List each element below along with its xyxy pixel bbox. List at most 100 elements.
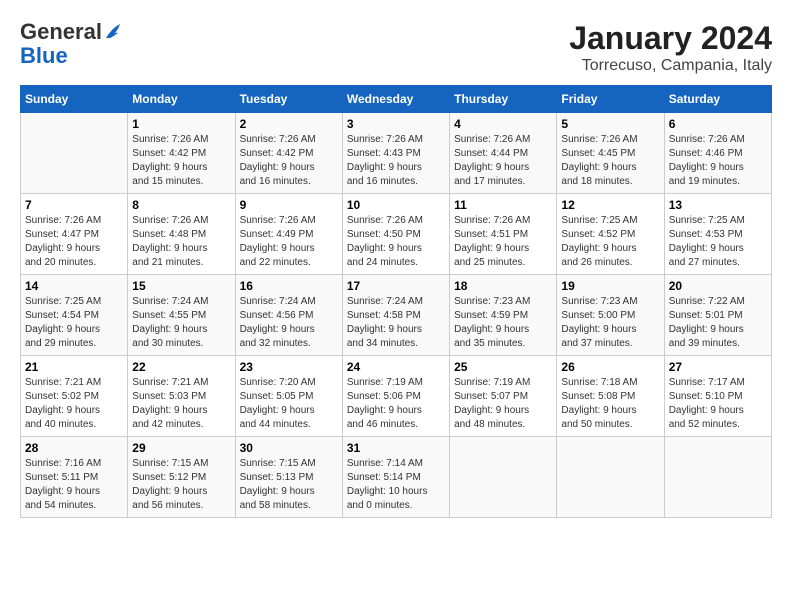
calendar-cell: 27Sunrise: 7:17 AM Sunset: 5:10 PM Dayli… — [664, 356, 771, 437]
calendar-cell: 1Sunrise: 7:26 AM Sunset: 4:42 PM Daylig… — [128, 113, 235, 194]
calendar-cell: 5 Sunrise: 7:26 AM Sunset: 4:45 PM Daylig… — [557, 113, 664, 194]
calendar-cell: 6 Sunrise: 7:26 AM Sunset: 4:46 PM Daylig… — [664, 113, 771, 194]
day-number: 22 — [132, 360, 230, 374]
day-info: Sunrise: 7:25 AM Sunset: 4:52 PM Dayligh… — [561, 214, 659, 270]
column-header-friday: Friday — [557, 86, 664, 113]
day-info: Sunrise: 7:26 AM Sunset: 4:47 PM Dayligh… — [25, 214, 123, 270]
calendar-cell: 21 Sunrise: 7:21 AM Sunset: 5:02 PM Dayli… — [21, 356, 128, 437]
calendar-cell — [557, 437, 664, 518]
day-number: 13 — [669, 198, 767, 212]
day-number: 23 — [240, 360, 338, 374]
day-info: Sunrise: 7:26 AM Sunset: 4:46 PM Dayligh… — [669, 133, 767, 189]
calendar-body: 1Sunrise: 7:26 AM Sunset: 4:42 PM Daylig… — [21, 113, 772, 518]
day-info: Sunrise: 7:25 AM Sunset: 4:53 PM Dayligh… — [669, 214, 767, 270]
day-info: Sunrise: 7:26 AM Sunset: 4:50 PM Dayligh… — [347, 214, 445, 270]
calendar-cell: 14 Sunrise: 7:25 AM Sunset: 4:54 PM Dayli… — [21, 275, 128, 356]
page-title: January 2024 — [569, 20, 772, 57]
day-number: 21 — [25, 360, 123, 374]
week-row-1: 1Sunrise: 7:26 AM Sunset: 4:42 PM Daylig… — [21, 113, 772, 194]
day-number: 28 — [25, 441, 123, 455]
day-info: Sunrise: 7:14 AM Sunset: 5:14 PM Dayligh… — [347, 457, 445, 513]
day-number: 19 — [561, 279, 659, 293]
day-info: Sunrise: 7:23 AM Sunset: 5:00 PM Dayligh… — [561, 295, 659, 351]
day-number: 16 — [240, 279, 338, 293]
day-info: Sunrise: 7:19 AM Sunset: 5:07 PM Dayligh… — [454, 376, 552, 432]
calendar-cell: 29Sunrise: 7:15 AM Sunset: 5:12 PM Dayli… — [128, 437, 235, 518]
day-info: Sunrise: 7:24 AM Sunset: 4:56 PM Dayligh… — [240, 295, 338, 351]
day-info: Sunrise: 7:26 AM Sunset: 4:45 PM Dayligh… — [561, 133, 659, 189]
calendar-cell: 16 Sunrise: 7:24 AM Sunset: 4:56 PM Dayli… — [235, 275, 342, 356]
calendar-cell: 12 Sunrise: 7:25 AM Sunset: 4:52 PM Dayli… — [557, 194, 664, 275]
calendar-cell: 30 Sunrise: 7:15 AM Sunset: 5:13 PM Dayli… — [235, 437, 342, 518]
calendar-cell: 7 Sunrise: 7:26 AM Sunset: 4:47 PM Daylig… — [21, 194, 128, 275]
calendar-cell: 13 Sunrise: 7:25 AM Sunset: 4:53 PM Dayli… — [664, 194, 771, 275]
logo-bird-icon — [104, 20, 122, 42]
calendar-cell — [450, 437, 557, 518]
column-header-monday: Monday — [128, 86, 235, 113]
day-number: 29 — [132, 441, 230, 455]
column-header-tuesday: Tuesday — [235, 86, 342, 113]
week-row-3: 14 Sunrise: 7:25 AM Sunset: 4:54 PM Dayli… — [21, 275, 772, 356]
logo-general-text: General — [20, 20, 102, 44]
day-info: Sunrise: 7:24 AM Sunset: 4:55 PM Dayligh… — [132, 295, 230, 351]
calendar-cell: 19 Sunrise: 7:23 AM Sunset: 5:00 PM Dayli… — [557, 275, 664, 356]
page-subtitle: Torrecuso, Campania, Italy — [569, 57, 772, 75]
calendar-cell: 8 Sunrise: 7:26 AM Sunset: 4:48 PM Daylig… — [128, 194, 235, 275]
day-number: 18 — [454, 279, 552, 293]
day-number: 3 — [347, 117, 445, 131]
day-number: 26 — [561, 360, 659, 374]
column-header-sunday: Sunday — [21, 86, 128, 113]
day-info: Sunrise: 7:21 AM Sunset: 5:03 PM Dayligh… — [132, 376, 230, 432]
calendar-cell: 25 Sunrise: 7:19 AM Sunset: 5:07 PM Dayli… — [450, 356, 557, 437]
day-number: 4 — [454, 117, 552, 131]
column-header-thursday: Thursday — [450, 86, 557, 113]
day-info: Sunrise: 7:15 AM Sunset: 5:13 PM Dayligh… — [240, 457, 338, 513]
calendar-cell: 11Sunrise: 7:26 AM Sunset: 4:51 PM Dayli… — [450, 194, 557, 275]
day-info: Sunrise: 7:26 AM Sunset: 4:48 PM Dayligh… — [132, 214, 230, 270]
day-number: 2 — [240, 117, 338, 131]
calendar-cell: 26 Sunrise: 7:18 AM Sunset: 5:08 PM Dayli… — [557, 356, 664, 437]
day-number: 12 — [561, 198, 659, 212]
day-number: 10 — [347, 198, 445, 212]
calendar-cell: 28 Sunrise: 7:16 AM Sunset: 5:11 PM Dayli… — [21, 437, 128, 518]
week-row-4: 21 Sunrise: 7:21 AM Sunset: 5:02 PM Dayli… — [21, 356, 772, 437]
calendar-cell: 9Sunrise: 7:26 AM Sunset: 4:49 PM Daylig… — [235, 194, 342, 275]
day-info: Sunrise: 7:18 AM Sunset: 5:08 PM Dayligh… — [561, 376, 659, 432]
day-info: Sunrise: 7:25 AM Sunset: 4:54 PM Dayligh… — [25, 295, 123, 351]
day-number: 14 — [25, 279, 123, 293]
day-number: 15 — [132, 279, 230, 293]
week-row-5: 28 Sunrise: 7:16 AM Sunset: 5:11 PM Dayli… — [21, 437, 772, 518]
calendar-cell: 15 Sunrise: 7:24 AM Sunset: 4:55 PM Dayli… — [128, 275, 235, 356]
calendar-header-row: SundayMondayTuesdayWednesdayThursdayFrid… — [21, 86, 772, 113]
calendar-cell: 10 Sunrise: 7:26 AM Sunset: 4:50 PM Dayli… — [342, 194, 449, 275]
calendar-cell: 24Sunrise: 7:19 AM Sunset: 5:06 PM Dayli… — [342, 356, 449, 437]
calendar-cell — [21, 113, 128, 194]
day-number: 27 — [669, 360, 767, 374]
day-info: Sunrise: 7:21 AM Sunset: 5:02 PM Dayligh… — [25, 376, 123, 432]
day-number: 8 — [132, 198, 230, 212]
day-number: 6 — [669, 117, 767, 131]
day-info: Sunrise: 7:20 AM Sunset: 5:05 PM Dayligh… — [240, 376, 338, 432]
calendar-cell: 20Sunrise: 7:22 AM Sunset: 5:01 PM Dayli… — [664, 275, 771, 356]
day-info: Sunrise: 7:26 AM Sunset: 4:51 PM Dayligh… — [454, 214, 552, 270]
day-number: 5 — [561, 117, 659, 131]
logo-blue-text: Blue — [20, 44, 122, 68]
day-info: Sunrise: 7:26 AM Sunset: 4:42 PM Dayligh… — [240, 133, 338, 189]
day-number: 7 — [25, 198, 123, 212]
logo: General Blue — [20, 20, 122, 68]
day-info: Sunrise: 7:16 AM Sunset: 5:11 PM Dayligh… — [25, 457, 123, 513]
calendar-cell — [664, 437, 771, 518]
calendar-cell: 22 Sunrise: 7:21 AM Sunset: 5:03 PM Dayli… — [128, 356, 235, 437]
day-number: 24 — [347, 360, 445, 374]
day-number: 17 — [347, 279, 445, 293]
day-info: Sunrise: 7:26 AM Sunset: 4:43 PM Dayligh… — [347, 133, 445, 189]
day-number: 20 — [669, 279, 767, 293]
day-info: Sunrise: 7:26 AM Sunset: 4:49 PM Dayligh… — [240, 214, 338, 270]
day-number: 30 — [240, 441, 338, 455]
column-header-saturday: Saturday — [664, 86, 771, 113]
day-number: 25 — [454, 360, 552, 374]
calendar-cell: 23 Sunrise: 7:20 AM Sunset: 5:05 PM Dayli… — [235, 356, 342, 437]
day-number: 31 — [347, 441, 445, 455]
day-info: Sunrise: 7:26 AM Sunset: 4:42 PM Dayligh… — [132, 133, 230, 189]
calendar-cell: 2 Sunrise: 7:26 AM Sunset: 4:42 PM Daylig… — [235, 113, 342, 194]
